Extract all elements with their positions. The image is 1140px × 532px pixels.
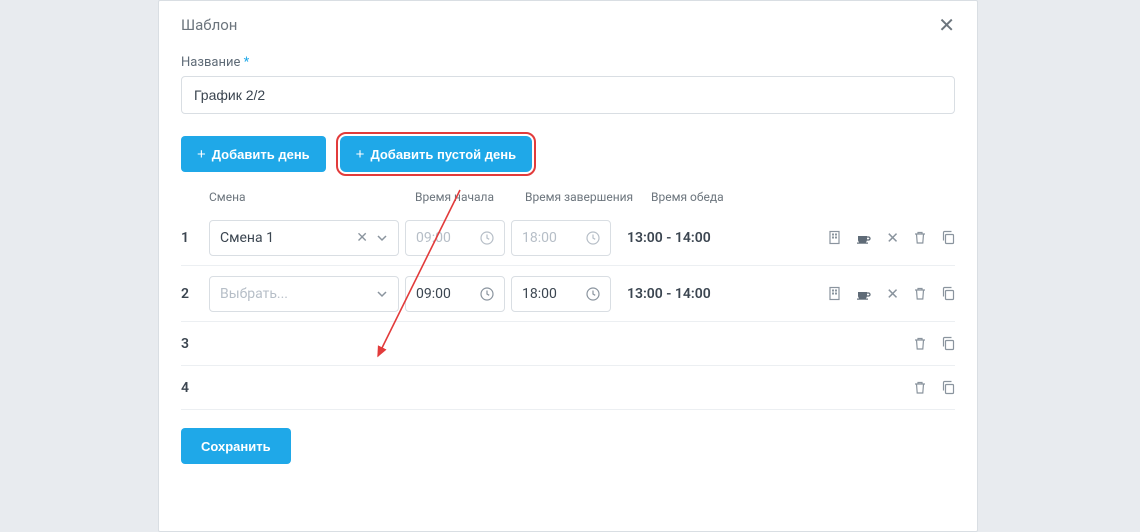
modal-title: Шаблон [181, 16, 237, 34]
shift-value: Выбрать... [220, 286, 288, 302]
col-start: Время начала [415, 190, 525, 204]
row-index: 1 [181, 230, 209, 246]
trash-icon[interactable] [913, 380, 927, 395]
copy-icon[interactable] [941, 336, 955, 351]
plus-icon: + [197, 146, 206, 163]
row-actions [913, 336, 955, 351]
clock-icon [586, 287, 600, 301]
copy-icon[interactable] [941, 230, 955, 245]
building-icon[interactable] [827, 286, 842, 301]
day-row-empty: 3 [181, 322, 955, 366]
save-button[interactable]: Сохранить [181, 428, 291, 464]
name-label-text: Название [181, 55, 240, 70]
copy-icon[interactable] [941, 380, 955, 395]
col-end: Время завершения [525, 190, 635, 204]
day-row-empty: 4 [181, 366, 955, 410]
trash-icon[interactable] [913, 336, 927, 351]
columns-header: Смена Время начала Время завершения Врем… [181, 190, 955, 210]
coffee-icon[interactable] [856, 230, 872, 245]
clock-icon [480, 231, 494, 245]
clear-icon[interactable]: ✕ [356, 230, 368, 246]
start-value: 09:00 [416, 286, 451, 302]
row-actions [913, 380, 955, 395]
col-lunch: Время обеда [651, 190, 791, 204]
remove-icon[interactable]: ✕ [886, 229, 899, 247]
start-value: 09:00 [416, 230, 451, 246]
remove-icon[interactable]: ✕ [886, 285, 899, 303]
name-input[interactable] [181, 76, 955, 114]
template-modal: Шаблон ✕ Название * + Добавить день + До… [158, 0, 978, 532]
clock-icon [480, 287, 494, 301]
add-day-label: Добавить день [212, 147, 310, 162]
end-value: 18:00 [522, 286, 557, 302]
trash-icon[interactable] [913, 286, 927, 301]
name-label: Название * [181, 55, 955, 70]
modal-header: Шаблон ✕ [159, 1, 977, 45]
clock-icon [586, 231, 600, 245]
add-day-button[interactable]: + Добавить день [181, 136, 326, 172]
shift-value: Смена 1 [220, 230, 274, 246]
modal-body: Название * + Добавить день + Добавить пу… [159, 45, 977, 531]
trash-icon[interactable] [913, 230, 927, 245]
start-time-input[interactable]: 09:00 [405, 220, 505, 256]
end-time-input[interactable]: 18:00 [511, 220, 611, 256]
day-row: 2 Выбрать... 09:00 18:00 13:00 - 14:00 [181, 266, 955, 322]
shift-select[interactable]: Смена 1 ✕ [209, 220, 399, 256]
chevron-down-icon [376, 288, 388, 300]
row-actions: ✕ [827, 285, 955, 303]
end-value: 18:00 [522, 230, 557, 246]
add-empty-day-button[interactable]: + Добавить пустой день [340, 136, 532, 172]
plus-icon: + [356, 146, 365, 163]
day-row: 1 Смена 1 ✕ 09:00 18:00 13:00 - 1 [181, 210, 955, 266]
copy-icon[interactable] [941, 286, 955, 301]
required-asterisk: * [244, 55, 250, 70]
coffee-icon[interactable] [856, 286, 872, 301]
add-empty-day-label: Добавить пустой день [370, 147, 516, 162]
start-time-input[interactable]: 09:00 [405, 276, 505, 312]
row-index: 3 [181, 336, 209, 352]
row-actions: ✕ [827, 229, 955, 247]
col-shift: Смена [209, 190, 409, 204]
button-row: + Добавить день + Добавить пустой день [181, 136, 955, 172]
end-time-input[interactable]: 18:00 [511, 276, 611, 312]
building-icon[interactable] [827, 230, 842, 245]
chevron-down-icon [376, 232, 388, 244]
close-icon[interactable]: ✕ [938, 15, 955, 35]
lunch-value: 13:00 - 14:00 [627, 286, 747, 302]
lunch-value: 13:00 - 14:00 [627, 230, 747, 246]
row-index: 2 [181, 286, 209, 302]
row-index: 4 [181, 380, 209, 396]
shift-select[interactable]: Выбрать... [209, 276, 399, 312]
